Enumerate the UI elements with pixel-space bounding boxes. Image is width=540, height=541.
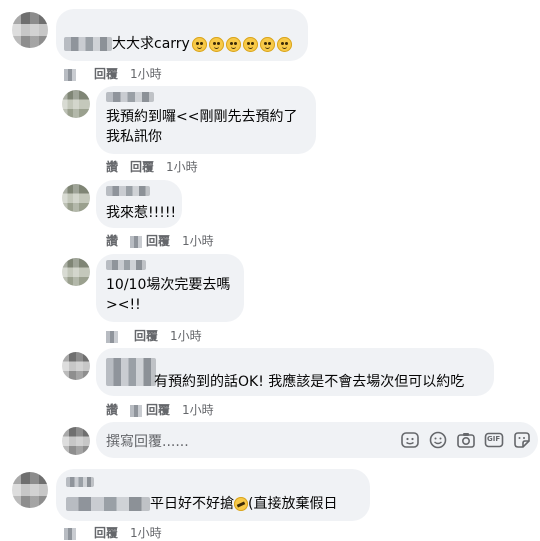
commenter-name-blurred[interactable] <box>106 186 150 196</box>
comment-text-row: 平日好不好搶 (直接放棄假日 <box>66 495 337 513</box>
commenter-name-blurred[interactable] <box>106 358 156 386</box>
comment-text: 有預約到的話OK! 我應該是不會去場次但可以約吃 <box>154 374 465 390</box>
avatar[interactable] <box>12 472 48 508</box>
composer-avatar <box>62 427 90 455</box>
gif-icon[interactable]: GIF <box>484 430 504 450</box>
zany-face-icon <box>234 497 248 511</box>
avatar[interactable] <box>62 352 90 380</box>
like-button-blurred[interactable] <box>106 330 118 343</box>
commenter-name-blurred[interactable] <box>64 37 112 51</box>
timestamp[interactable]: 1小時 <box>130 67 162 81</box>
comment-text: 大大求carry <box>112 36 190 52</box>
comment-meta: 讚 回覆 1小時 <box>106 232 214 249</box>
like-button-blurred[interactable] <box>64 527 76 540</box>
commenter-name-blurred[interactable] <box>106 92 154 102</box>
pleading-face-icon <box>225 36 241 52</box>
comment-text-line: 我預約到囉<<剛剛先去預約了 <box>106 109 298 125</box>
timestamp[interactable]: 1小時 <box>130 526 162 540</box>
reply-button[interactable]: 回覆 <box>146 403 170 417</box>
sticker-icon[interactable] <box>512 430 532 450</box>
comment-bubble: 平日好不好搶 (直接放棄假日 <box>56 469 370 521</box>
avatar[interactable] <box>62 258 90 286</box>
like-button[interactable]: 讚 <box>106 403 118 417</box>
timestamp[interactable]: 1小時 <box>166 160 198 174</box>
comment-meta: 回覆 1小時 <box>64 65 162 82</box>
like-button[interactable]: 讚 <box>106 160 118 174</box>
reply-input[interactable]: 撰寫回覆...... <box>106 431 189 451</box>
commenter-name-blurred[interactable] <box>66 477 94 487</box>
reply-button[interactable]: 回覆 <box>130 160 154 174</box>
timestamp[interactable]: 1小時 <box>170 329 202 343</box>
comment-meta: 讚回覆 1小時 <box>106 158 198 175</box>
reply-button[interactable]: 回覆 <box>94 526 118 540</box>
comment-bubble: 大大求carry <box>56 9 308 61</box>
pleading-face-icon <box>242 36 258 52</box>
comment-text-row: 大大求carry <box>64 35 292 53</box>
sticker-emoji-icon[interactable] <box>400 430 420 450</box>
like-button-blurred[interactable] <box>64 68 76 81</box>
reply-composer[interactable]: 撰寫回覆...... GIF <box>96 422 538 458</box>
comment-bubble: 我預約到囉<<剛剛先去預約了 我私訊你 <box>96 86 316 154</box>
mentioned-name-blurred[interactable] <box>66 497 150 511</box>
comment-bubble: 10/10場次完要去嗎 ><!! <box>96 254 244 322</box>
pleading-face-icon <box>259 36 275 52</box>
comment-text-line: 10/10場次完要去嗎 <box>106 277 231 293</box>
comment-text-suffix: (直接放棄假日 <box>248 496 338 512</box>
smile-icon[interactable] <box>428 430 448 450</box>
timestamp[interactable]: 1小時 <box>182 403 214 417</box>
reaction-blurred[interactable] <box>130 235 143 248</box>
camera-icon[interactable] <box>456 430 476 450</box>
reply-button[interactable]: 回覆 <box>146 234 170 248</box>
timestamp[interactable]: 1小時 <box>182 234 214 248</box>
pleading-face-icon <box>208 36 224 52</box>
comment-text: 平日好不好搶 <box>150 496 234 512</box>
commenter-name-blurred[interactable] <box>106 260 146 270</box>
avatar[interactable] <box>12 12 48 48</box>
pleading-face-icon <box>276 36 292 52</box>
comment-bubble: 有預約到的話OK! 我應該是不會去場次但可以約吃 <box>96 348 494 396</box>
reply-button[interactable]: 回覆 <box>94 67 118 81</box>
comment-text: 我來惹!!!!! <box>106 205 177 221</box>
reply-button[interactable]: 回覆 <box>134 329 158 343</box>
comment-text-line: ><!! <box>106 297 141 313</box>
like-button[interactable]: 讚 <box>106 234 118 248</box>
comment-meta: 回覆 1小時 <box>106 327 202 344</box>
gif-label: GIF <box>487 435 501 443</box>
comment-text-line: 我私訊你 <box>106 129 162 145</box>
comment-meta: 回覆 1小時 <box>64 524 162 541</box>
reaction-blurred[interactable] <box>130 404 143 417</box>
avatar[interactable] <box>62 90 90 118</box>
avatar[interactable] <box>62 184 90 212</box>
pleading-face-icon <box>191 36 207 52</box>
comment-meta: 讚 回覆 1小時 <box>106 401 214 418</box>
comment-bubble: 我來惹!!!!! <box>96 180 182 228</box>
